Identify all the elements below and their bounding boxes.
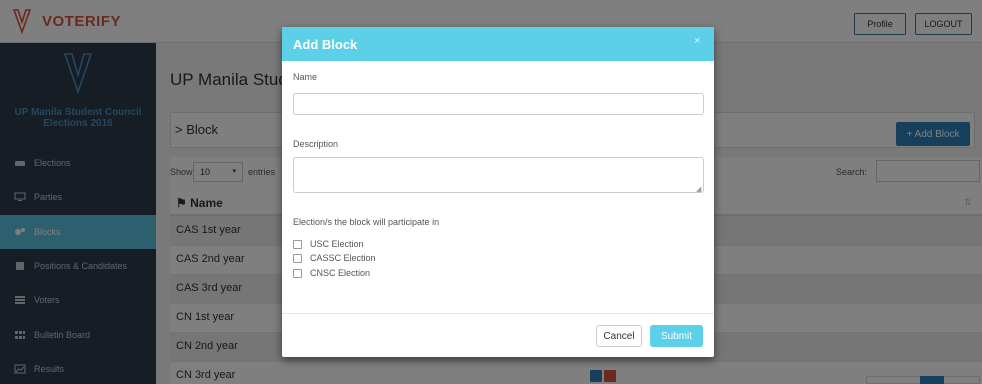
close-icon[interactable]: × xyxy=(694,35,700,47)
election-option-label: CNSC Election xyxy=(310,268,371,278)
election-option-label: CASSC Election xyxy=(310,253,376,263)
submit-button[interactable]: Submit xyxy=(650,325,703,347)
modal-title: Add Block xyxy=(293,37,358,52)
election-option[interactable]: USC Election xyxy=(293,239,364,249)
checkbox[interactable] xyxy=(293,268,302,278)
resize-handle-icon[interactable]: ◢ xyxy=(696,185,701,193)
description-field[interactable] xyxy=(293,157,704,193)
modal-footer-divider xyxy=(282,313,714,314)
description-label: Description xyxy=(293,139,339,149)
checkbox[interactable] xyxy=(293,253,302,263)
modal-header: Add Block × xyxy=(282,27,714,61)
election-participation-label: Election/s the block will participate in xyxy=(293,217,440,227)
name-label: Name xyxy=(293,72,318,82)
checkbox[interactable] xyxy=(293,239,302,249)
cancel-button[interactable]: Cancel xyxy=(596,325,642,347)
election-option[interactable]: CASSC Election xyxy=(293,253,376,263)
election-option-label: USC Election xyxy=(310,239,364,249)
add-block-modal: Add Block × Name Description ◢ Election/… xyxy=(282,27,714,357)
election-option[interactable]: CNSC Election xyxy=(293,268,370,278)
name-field[interactable] xyxy=(293,93,704,115)
